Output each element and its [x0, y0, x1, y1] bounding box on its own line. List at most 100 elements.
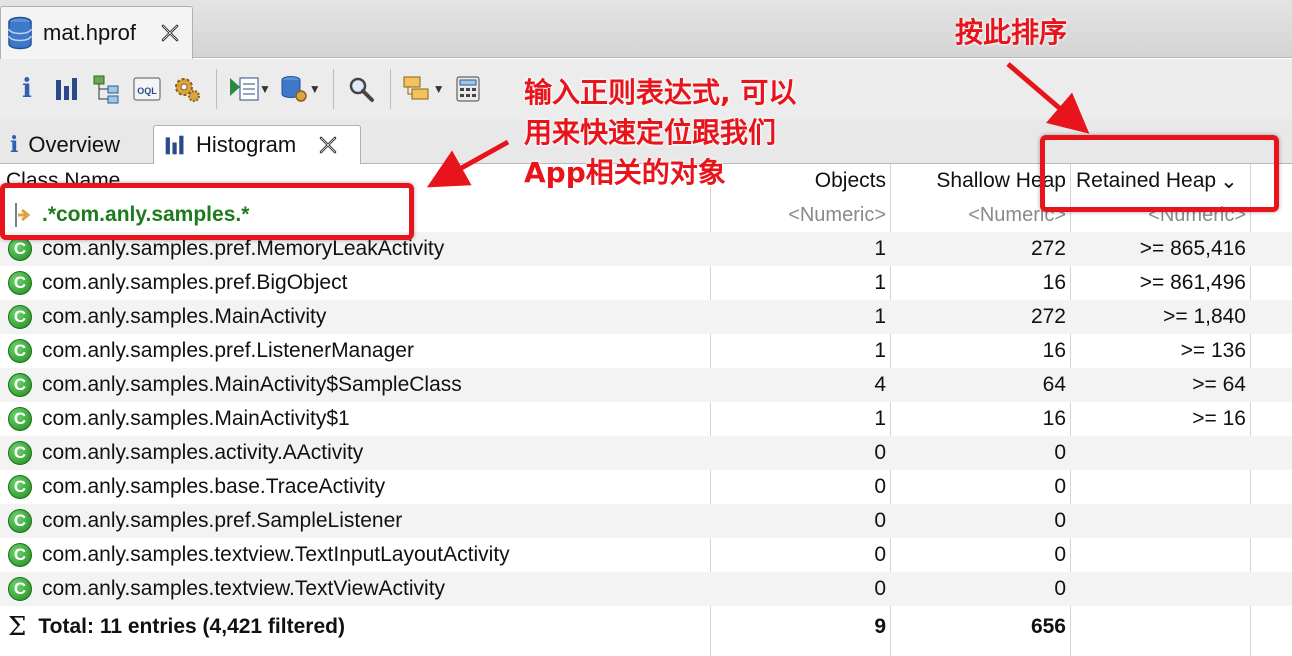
class-name-label: com.anly.samples.textview.TextViewActivi…: [42, 577, 446, 600]
class-icon: C: [8, 441, 32, 465]
toolbar-separator: [216, 69, 217, 109]
chevron-down-icon[interactable]: ▼: [309, 82, 321, 96]
objects-cell: 0: [874, 577, 886, 600]
close-icon[interactable]: [160, 23, 180, 43]
class-name-label: com.anly.samples.pref.SampleListener: [42, 509, 403, 532]
table-row[interactable]: Ccom.anly.samples.pref.BigObject 1 16 >= 86…: [0, 266, 1292, 300]
shallow-heap-cell: 16: [1042, 407, 1066, 430]
class-icon: C: [8, 407, 32, 431]
tab-overview[interactable]: i Overview: [0, 125, 152, 165]
group-icon: [403, 76, 429, 100]
histogram-button[interactable]: [48, 70, 86, 108]
objects-cell: 1: [874, 407, 886, 430]
retained-heap-cell: >= 136: [1180, 339, 1246, 362]
oql-icon: OQL: [133, 77, 161, 101]
table-row[interactable]: Ccom.anly.samples.activity.AActivity 0 0: [0, 436, 1292, 470]
class-icon: C: [8, 475, 32, 499]
heap-dump-icon: [8, 16, 32, 50]
retained-heap-cell: [1072, 572, 1246, 606]
total-objects: 9: [874, 615, 886, 638]
gear-button[interactable]: [168, 70, 206, 108]
retained-heap-cell: [1072, 538, 1246, 572]
shallow-heap-cell: 272: [1030, 237, 1066, 260]
class-name-cell: Ccom.anly.samples.textview.TextInputLayo…: [8, 538, 708, 572]
retained-heap-cell: [1072, 436, 1246, 470]
class-name-label: com.anly.samples.pref.ListenerManager: [42, 339, 414, 362]
class-name-cell: Ccom.anly.samples.textview.TextViewActiv…: [8, 572, 708, 606]
table-row[interactable]: Ccom.anly.samples.pref.SampleListener 0 0: [0, 504, 1292, 538]
retained-heap-highlight-box: [1040, 135, 1279, 212]
close-icon[interactable]: [318, 135, 338, 155]
search-button[interactable]: [342, 70, 380, 108]
shallow-heap-cell: 0: [1054, 509, 1066, 532]
class-name-label: com.anly.samples.textview.TextInputLayou…: [42, 543, 510, 566]
regex-highlight-box: [0, 183, 414, 240]
objects-cell: 1: [874, 271, 886, 294]
tab-histogram[interactable]: Histogram: [153, 125, 361, 165]
class-name-cell: Ccom.anly.samples.pref.BigObject: [8, 266, 708, 300]
class-name-label: com.anly.samples.MainActivity: [42, 305, 327, 328]
objects-cell: 0: [874, 543, 886, 566]
objects-filter[interactable]: <Numeric>: [712, 198, 886, 232]
regex-annotation-line-3: App相关的对象: [524, 156, 726, 189]
class-name-cell: Ccom.anly.samples.base.TraceActivity: [8, 470, 708, 504]
toolbar-separator: [332, 69, 334, 109]
objects-cell: 1: [874, 305, 886, 328]
table-row[interactable]: Ccom.anly.samples.base.TraceActivity 0 0: [0, 470, 1292, 504]
table-row[interactable]: Ccom.anly.samples.MainActivity$SampleCla…: [0, 368, 1292, 402]
editor-tab-mat-hprof[interactable]: mat.hprof: [0, 6, 193, 59]
editor-tab-bar: mat.hprof: [0, 0, 1292, 59]
chevron-down-icon[interactable]: ▼: [433, 82, 445, 96]
retained-heap-cell: >= 16: [1192, 407, 1246, 430]
class-icon: C: [8, 577, 32, 601]
shallow-heap-cell: 0: [1054, 441, 1066, 464]
search-icon: [349, 77, 374, 102]
table-row[interactable]: Ccom.anly.samples.MainActivity 1 272 >= 1,8…: [0, 300, 1292, 334]
retained-heap-cell: >= 861,496: [1139, 271, 1246, 294]
class-icon: C: [8, 543, 32, 567]
objects-cell: 0: [874, 509, 886, 532]
info-icon: i: [10, 132, 19, 158]
info-button[interactable]: i: [8, 70, 46, 108]
total-label-cell: Σ Total: 11 entries (4,421 filtered): [8, 610, 708, 644]
retained-heap-cell: [1072, 504, 1246, 538]
calculator-icon: [456, 76, 480, 102]
table-row[interactable]: Ccom.anly.samples.textview.TextViewActiv…: [0, 572, 1292, 606]
table-row[interactable]: Ccom.anly.samples.pref.ListenerManager 1 1…: [0, 334, 1292, 368]
shallow-heap-cell: 272: [1030, 305, 1066, 328]
shallow-heap-cell: 64: [1042, 373, 1066, 396]
class-icon: C: [8, 509, 32, 533]
class-name-cell: Ccom.anly.samples.MainActivity: [8, 300, 708, 334]
class-name-cell: Ccom.anly.samples.MainActivity$SampleCla…: [8, 368, 708, 402]
class-name-label: com.anly.samples.base.TraceActivity: [42, 475, 386, 498]
objects-cell: 1: [874, 339, 886, 362]
query-browser-button[interactable]: [275, 70, 313, 108]
class-name-label: com.anly.samples.MainActivity$1: [42, 407, 350, 430]
retained-heap-cell: [1072, 470, 1246, 504]
toolbar-separator: [389, 69, 391, 109]
objects-cell: 4: [874, 373, 886, 396]
run-report-button[interactable]: [225, 70, 263, 108]
class-icon: C: [8, 305, 32, 329]
shallow-heap-cell: 0: [1054, 475, 1066, 498]
shallow-heap-cell: 0: [1054, 543, 1066, 566]
class-name-cell: Ccom.anly.samples.activity.AActivity: [8, 436, 708, 470]
dominator-tree-button[interactable]: [88, 70, 126, 108]
class-name-label: com.anly.samples.activity.AActivity: [42, 441, 364, 464]
group-button[interactable]: [399, 70, 437, 108]
calculator-button[interactable]: [449, 70, 487, 108]
tab-histogram-label: Histogram: [196, 132, 297, 157]
class-name-label: com.anly.samples.pref.BigObject: [42, 271, 348, 294]
dominator-tree-icon: [93, 75, 119, 104]
sort-annotation: 按此排序: [955, 16, 1068, 49]
table-row[interactable]: Ccom.anly.samples.MainActivity$1 1 16 >= 16: [0, 402, 1292, 436]
class-icon: C: [8, 271, 32, 295]
chevron-down-icon[interactable]: ▼: [259, 82, 271, 96]
retained-heap-cell: >= 865,416: [1139, 237, 1246, 260]
table-row[interactable]: Ccom.anly.samples.textview.TextInputLayo…: [0, 538, 1292, 572]
oql-button[interactable]: OQL: [128, 70, 166, 108]
shallow-heap-cell: 16: [1042, 271, 1066, 294]
class-icon: C: [8, 237, 32, 261]
column-header-objects[interactable]: Objects: [712, 164, 886, 198]
sigma-icon: Σ: [8, 612, 27, 642]
